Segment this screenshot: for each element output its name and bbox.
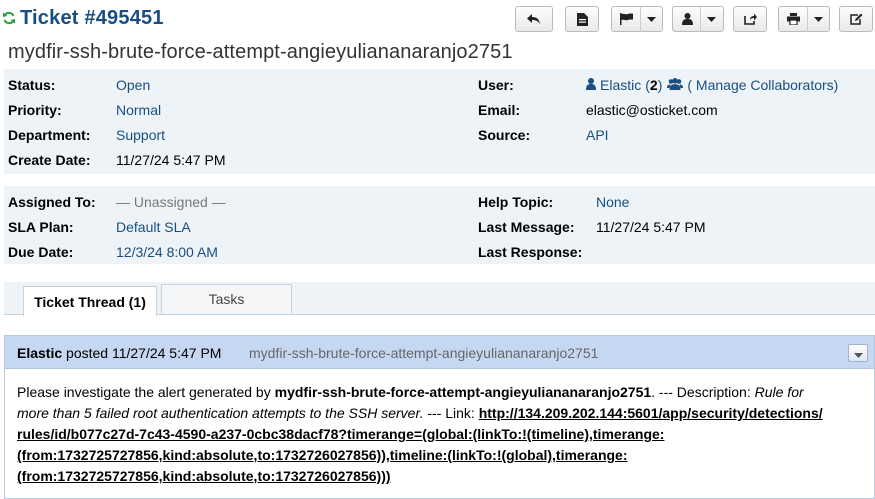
thread-entry-poster: Elastic posted 11/27/24 5:47 PM	[17, 345, 221, 361]
description-text: more than 5 failed root authentication a…	[17, 405, 424, 421]
print-menu-button[interactable]	[778, 6, 830, 32]
email-value: elastic@osticket.com	[586, 102, 718, 118]
ticket-number[interactable]: Ticket #495451	[20, 7, 164, 30]
sla-plan-label: SLA Plan:	[8, 219, 74, 235]
user-name[interactable]: Elastic	[600, 77, 641, 93]
thread-entry-body: Please investigate the alert generated b…	[17, 382, 867, 487]
document-icon	[576, 12, 588, 26]
chevron-down-icon	[814, 16, 823, 22]
chevron-down-icon	[647, 16, 656, 22]
body-line: Please investigate the alert generated b…	[17, 382, 867, 403]
body-line: rules/id/b077c27d-7c43-4590-a237-0cbc38d…	[17, 424, 867, 445]
tab-ticket-thread[interactable]: Ticket Thread (1)	[23, 286, 157, 316]
ticket-info-secondary: Assigned To: — Unassigned — SLA Plan: De…	[4, 186, 875, 264]
department-label: Department:	[8, 127, 91, 143]
flag-menu-button[interactable]	[611, 6, 663, 32]
last-message-label: Last Message:	[478, 219, 575, 235]
department-value[interactable]: Support	[116, 127, 165, 143]
edit-ticket-button[interactable]	[839, 6, 873, 32]
alert-name: mydfir-ssh-brute-force-attempt-angieyuli…	[274, 384, 652, 400]
ticket-info-primary: Status: Open Priority: Normal Department…	[4, 69, 875, 174]
status-value[interactable]: Open	[116, 77, 150, 93]
source-label: Source:	[478, 127, 531, 143]
desc-prefix: . --- Description:	[651, 384, 755, 400]
priority-label: Priority:	[8, 102, 62, 118]
print-icon	[787, 13, 800, 25]
manage-collaborators-link[interactable]: ( Manage Collaborators)	[687, 77, 838, 93]
ticket-title: Ticket #495451	[2, 6, 164, 30]
posted-time: posted 11/27/24 5:47 PM	[66, 345, 222, 361]
due-date-value[interactable]: 12/3/24 8:00 AM	[116, 244, 218, 260]
last-response-label: Last Response:	[478, 244, 583, 260]
reply-button[interactable]	[515, 6, 553, 32]
alert-link[interactable]: rules/id/b077c27d-7c43-4590-a237-0cbc38d…	[17, 426, 664, 442]
body-line: (from:1732725727856,kind:absolute,to:173…	[17, 445, 867, 466]
flag-icon	[620, 13, 633, 25]
transfer-button[interactable]	[733, 6, 767, 32]
create-date-label: Create Date:	[8, 152, 91, 168]
description-text: Rule for	[754, 384, 804, 400]
alert-link[interactable]: (from:1732725727856,kind:absolute,to:173…	[17, 447, 628, 463]
alert-link[interactable]: http://134.209.202.144:5601/app/security…	[479, 405, 823, 421]
thread-entry: Elastic posted 11/27/24 5:47 PM mydfir-s…	[4, 335, 875, 499]
refresh-icon[interactable]	[2, 11, 16, 25]
thread-entry-header: Elastic posted 11/27/24 5:47 PM mydfir-s…	[5, 336, 874, 369]
user-ticket-count: 2	[649, 77, 658, 93]
tab-tasks[interactable]: Tasks	[161, 284, 292, 313]
edit-document-button[interactable]	[565, 6, 599, 32]
user-label: User:	[478, 77, 514, 93]
priority-value[interactable]: Normal	[116, 102, 161, 118]
body-line: more than 5 failed root authentication a…	[17, 403, 867, 424]
sla-plan-value[interactable]: Default SLA	[116, 219, 191, 235]
user-icon	[586, 77, 596, 93]
help-topic-label: Help Topic:	[478, 194, 554, 210]
user-value[interactable]: Elastic (2) ( Manage Collaborators)	[586, 77, 838, 93]
alert-link[interactable]: (from:1732725727856,kind:absolute,to:173…	[17, 468, 391, 484]
due-date-label: Due Date:	[8, 244, 74, 260]
assigned-to-value[interactable]: — Unassigned —	[116, 194, 226, 210]
thread-entry-menu-button[interactable]	[848, 344, 868, 362]
ticket-subject: mydfir-ssh-brute-force-attempt-angieyuli…	[8, 41, 513, 63]
status-label: Status:	[8, 77, 56, 93]
user-count-close: )	[657, 77, 663, 93]
ticket-toolbar	[515, 6, 875, 32]
user-icon	[682, 13, 693, 25]
ticket-tabs: Ticket Thread (1) Tasks	[4, 282, 875, 316]
last-message-value: 11/27/24 5:47 PM	[596, 219, 706, 235]
chevron-down-icon	[853, 345, 863, 361]
assigned-to-label: Assigned To:	[8, 194, 96, 210]
collaborators-icon	[667, 77, 684, 93]
email-label: Email:	[478, 102, 521, 118]
chevron-down-icon	[707, 16, 716, 22]
create-date-value: 11/27/24 5:47 PM	[116, 152, 226, 168]
link-prefix: --- Link:	[423, 405, 479, 421]
body-line: (from:1732725727856,kind:absolute,to:173…	[17, 466, 867, 487]
body-intro: Please investigate the alert generated b…	[17, 384, 275, 400]
reply-icon	[527, 13, 541, 25]
assign-menu-button[interactable]	[672, 6, 724, 32]
thread-entry-title: mydfir-ssh-brute-force-attempt-angieyuli…	[249, 345, 599, 361]
poster-name: Elastic	[17, 345, 63, 361]
source-value[interactable]: API	[586, 127, 609, 143]
help-topic-value[interactable]: None	[596, 194, 629, 210]
share-icon	[743, 13, 757, 25]
edit-icon	[849, 13, 863, 25]
